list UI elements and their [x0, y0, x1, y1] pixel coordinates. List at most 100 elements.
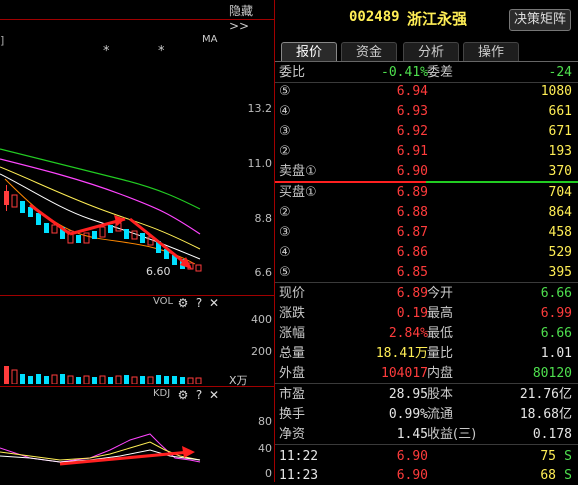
stat-value: 28.95 — [388, 387, 428, 402]
ask-level-label: ⑤ — [279, 84, 291, 99]
bid-volume: 864 — [548, 205, 572, 220]
gear-icon[interactable]: ⚙ — [176, 296, 190, 310]
stat-label: 总量 — [279, 346, 306, 361]
price-tick-11-0: 11.0 — [247, 157, 273, 170]
bid-price: 6.88 — [396, 205, 428, 220]
kdj-tick-40: 40 — [258, 442, 272, 455]
stat-row: 外盘 104017 内盘 80120 — [275, 364, 578, 383]
weibi-value: -0.41% — [381, 65, 428, 80]
kline-chart-panel[interactable]: 隐藏>> ] * * MA 13.2 11.0 8.8 6.6 6.60 VOL… — [0, 0, 274, 482]
bid-volume: 458 — [548, 225, 572, 240]
stat-label: 流通 — [427, 407, 454, 422]
bid-volume: 529 — [548, 245, 572, 260]
ask-level-label: ③ — [279, 124, 291, 139]
price-tick-8-8: 8.8 — [254, 212, 273, 225]
ask-row[interactable]: ③ 6.92 671 — [275, 122, 578, 141]
bid-row[interactable]: ⑤ 6.85 395 — [275, 263, 578, 282]
stat-value: 1.01 — [540, 346, 572, 361]
tab-analysis[interactable]: 分析 — [403, 42, 459, 62]
stat-label: 最高 — [427, 306, 454, 321]
stat-row: 现价 6.89 今开 6.66 — [275, 284, 578, 303]
stat-value: 0.19 — [396, 306, 428, 321]
stat-label: 涨跌 — [279, 306, 306, 321]
ask-price: 6.90 — [396, 164, 428, 179]
ask-row[interactable]: 卖盘① 6.90 370 — [275, 162, 578, 181]
stat-value: 6.89 — [396, 286, 428, 301]
stat-label: 涨幅 — [279, 326, 306, 341]
bid-row[interactable]: ② 6.88 864 — [275, 203, 578, 222]
ask-row[interactable]: ② 6.91 193 — [275, 142, 578, 161]
stat-label: 净资 — [279, 427, 306, 442]
ask-price: 6.91 — [396, 144, 428, 159]
tick-time: 11:23 — [279, 468, 319, 483]
stat-row: 涨跌 0.19 最高 6.99 — [275, 304, 578, 323]
tick-price: 6.90 — [396, 449, 428, 464]
stock-code: 002489 — [349, 9, 400, 25]
vol-tick-200: 200 — [251, 345, 272, 358]
tab-quote[interactable]: 报价 — [281, 42, 337, 62]
vol-title: VOL — [153, 296, 174, 307]
stat-value: 18.41万 — [375, 346, 428, 361]
ask-volume: 1080 — [540, 84, 572, 99]
stat-value: 80120 — [532, 366, 572, 381]
stat-value: 2.84% — [388, 326, 428, 341]
vol-tick-400: 400 — [251, 313, 272, 326]
stat-label: 收益(三) — [427, 427, 477, 442]
candles — [4, 185, 202, 272]
bid-volume: 704 — [548, 185, 572, 200]
tick-row: 11:23 6.90 68 S — [275, 466, 578, 485]
bid-volume: 395 — [548, 265, 572, 280]
bid-row[interactable]: ④ 6.86 529 — [275, 243, 578, 262]
ask-level-label: ② — [279, 144, 291, 159]
ask-volume: 661 — [548, 104, 572, 119]
stat-row: 市盈 28.95 股本 21.76亿 — [275, 385, 578, 404]
bid-level-label: ⑤ — [279, 265, 291, 280]
bid-level-label: ④ — [279, 245, 291, 260]
stat-label: 现价 — [279, 286, 306, 301]
stat-label: 外盘 — [279, 366, 306, 381]
kdj-title: KDJ — [153, 388, 171, 399]
close-icon[interactable]: ✕ — [207, 296, 221, 310]
stat-label: 换手 — [279, 407, 306, 422]
stat-value: 104017 — [381, 366, 428, 381]
stat-label: 最低 — [427, 326, 454, 341]
stat-value: 6.99 — [540, 306, 572, 321]
tab-funds[interactable]: 资金 — [341, 42, 397, 62]
stat-label: 股本 — [427, 387, 454, 402]
bid-price: 6.85 — [396, 265, 428, 280]
hide-panel-button[interactable]: 隐藏>> — [229, 2, 272, 33]
ask-row[interactable]: ⑤ 6.94 1080 — [275, 82, 578, 101]
stat-label: 今开 — [427, 286, 454, 301]
kdj-tick-0: 0 — [265, 467, 272, 480]
quote-panel: 002489 浙江永强 决策矩阵 报价 资金 分析 操作 委比 -0.41% 委… — [275, 0, 578, 485]
ask-row[interactable]: ④ 6.93 661 — [275, 102, 578, 121]
ask-volume: 671 — [548, 124, 572, 139]
kdj-tick-80: 80 — [258, 415, 272, 428]
stat-value: 1.45 — [396, 427, 428, 442]
bid-price: 6.89 — [396, 185, 428, 200]
ask-volume: 193 — [548, 144, 572, 159]
stat-value: 0.99% — [388, 407, 428, 422]
stat-row: 涨幅 2.84% 最低 6.66 — [275, 324, 578, 343]
tick-side: S — [564, 468, 572, 483]
divider — [275, 444, 578, 445]
tab-operation[interactable]: 操作 — [463, 42, 519, 62]
weicha-label: 委差 — [427, 65, 454, 80]
stat-label: 市盈 — [279, 387, 306, 402]
stat-value: 6.66 — [540, 286, 572, 301]
tick-row: 11:22 6.90 75 S — [275, 447, 578, 466]
bid-price: 6.86 — [396, 245, 428, 260]
help-icon[interactable]: ? — [192, 296, 206, 310]
kline-canvas[interactable] — [0, 19, 230, 289]
ask-volume: 370 — [548, 164, 572, 179]
bid-row[interactable]: ③ 6.87 458 — [275, 223, 578, 242]
decision-matrix-button[interactable]: 决策矩阵 — [509, 9, 571, 31]
kdj-lines — [0, 433, 201, 466]
stat-label: 内盘 — [427, 366, 454, 381]
tick-volume: 75 — [540, 449, 556, 464]
price-tick-6-6: 6.6 — [254, 266, 273, 279]
stat-row: 换手 0.99% 流通 18.68亿 — [275, 405, 578, 424]
ask-level-label: ④ — [279, 104, 291, 119]
bid-row[interactable]: 买盘① 6.89 704 — [275, 183, 578, 202]
vol-bars — [4, 366, 202, 384]
